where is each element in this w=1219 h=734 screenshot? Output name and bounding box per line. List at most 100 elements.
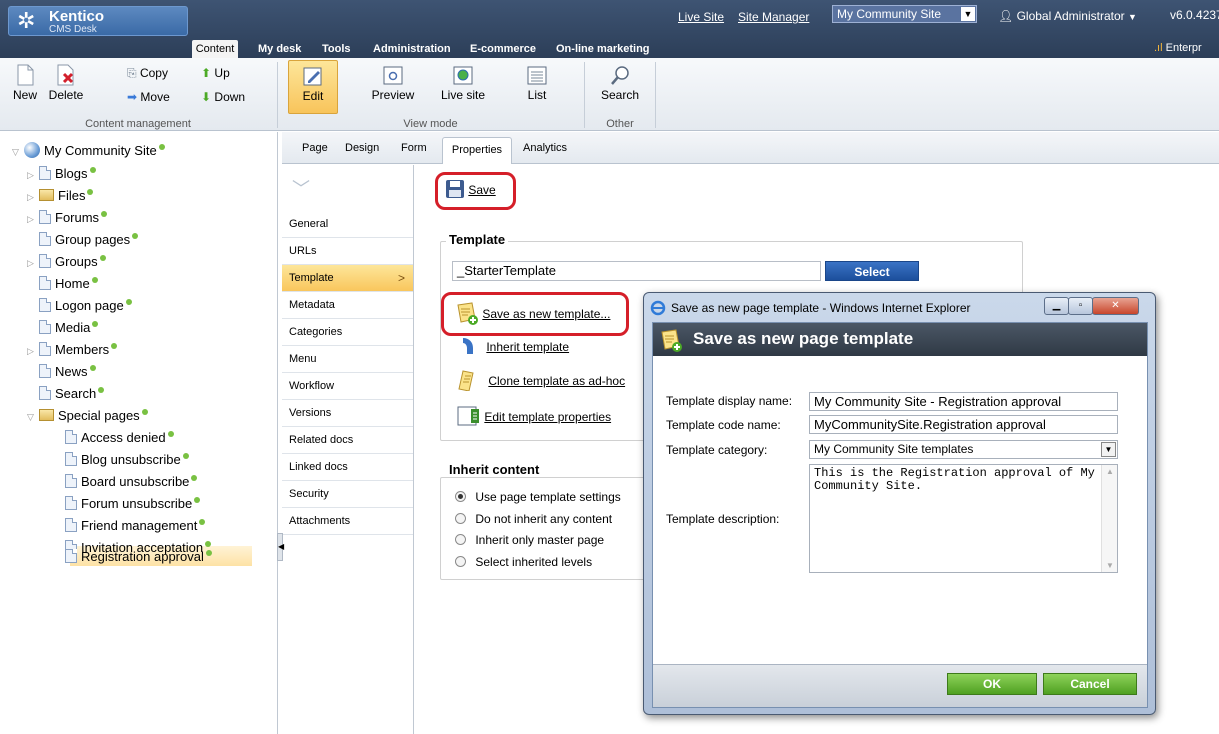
menu-item-urls[interactable]: URLs: [282, 238, 413, 265]
tree-item-logon-page[interactable]: Logon page: [27, 296, 132, 316]
menu-item-metadata[interactable]: Metadata: [282, 292, 413, 319]
tab-page[interactable]: Page: [302, 142, 328, 154]
radio-use-template-settings[interactable]: Use page template settings: [455, 490, 621, 504]
edit-template-properties-link[interactable]: Edit template properties: [457, 405, 611, 427]
tree-item-registration-approval[interactable]: Registration approval: [53, 547, 212, 567]
radio-icon: [455, 513, 466, 524]
menu-item-menu[interactable]: Menu: [282, 346, 413, 373]
page-icon: [39, 364, 51, 378]
save-as-new-template-link[interactable]: Save as new template...: [455, 301, 610, 325]
search-icon: [611, 66, 629, 85]
tab-online-marketing[interactable]: On-line marketing: [556, 40, 650, 58]
save-button[interactable]: Save: [445, 179, 496, 199]
template-name-field[interactable]: _StarterTemplate: [452, 261, 821, 281]
tree-item-access-denied[interactable]: Access denied: [53, 428, 174, 448]
category-select[interactable]: My Community Site templates ▼: [809, 440, 1118, 459]
collapse-menu[interactable]: ﹀: [282, 165, 413, 211]
tree-item-media[interactable]: Media: [27, 318, 99, 338]
template-add-icon: [457, 302, 478, 325]
description-textarea[interactable]: This is the Registration approval of My …: [809, 464, 1118, 573]
cancel-button[interactable]: Cancel: [1043, 673, 1137, 695]
tree-item-groups[interactable]: ▷ Groups: [27, 252, 106, 272]
clone-template-link[interactable]: Clone template as ad-hoc: [457, 369, 625, 392]
menu-item-categories[interactable]: Categories: [282, 319, 413, 346]
maximize-button[interactable]: ▫: [1068, 297, 1093, 315]
inherit-content-title: Inherit content: [446, 462, 543, 477]
expand-arrow-icon: ▷: [27, 346, 34, 356]
tab-content[interactable]: Content: [192, 40, 238, 58]
page-icon: [39, 386, 51, 400]
close-button[interactable]: ✕: [1092, 297, 1139, 315]
list-button[interactable]: List: [517, 64, 557, 102]
tree-item-friend-management[interactable]: Friend management: [53, 516, 206, 536]
tab-e-commerce[interactable]: E-commerce: [470, 40, 536, 58]
tab-form[interactable]: Form: [401, 142, 427, 154]
select-template-button[interactable]: Select: [825, 261, 919, 281]
dialog-title: Save as new page template: [693, 329, 914, 348]
menu-item-linked-docs[interactable]: Linked docs: [282, 454, 413, 481]
delete-button[interactable]: Delete: [46, 64, 86, 102]
tree-item-files[interactable]: ▷ Files: [27, 186, 94, 206]
tab-analytics[interactable]: Analytics: [523, 142, 567, 154]
copy-icon: ⎘: [127, 66, 137, 80]
up-button[interactable]: ⬆ Up: [201, 66, 230, 80]
tree-item-blog-unsubscribe[interactable]: Blog unsubscribe: [53, 450, 189, 470]
ok-button[interactable]: OK: [947, 673, 1037, 695]
tab-my-desk[interactable]: My desk: [258, 40, 301, 58]
site-manager-link[interactable]: Site Manager: [738, 10, 809, 24]
tree-root[interactable]: ▽ My Community Site: [12, 141, 165, 161]
menu-item-security[interactable]: Security: [282, 481, 413, 508]
page-icon: [39, 232, 51, 246]
display-name-field[interactable]: My Community Site - Registration approva…: [809, 392, 1118, 411]
menu-item-workflow[interactable]: Workflow: [282, 373, 413, 400]
arrow-down-icon: ⬇: [201, 90, 212, 104]
tree-item-special-pages[interactable]: ▽ Special pages: [27, 406, 148, 426]
tree-item-home[interactable]: Home: [27, 274, 98, 294]
search-button[interactable]: Search: [596, 64, 644, 102]
inherit-template-link[interactable]: Inherit template: [459, 336, 569, 356]
logo-name: Kentico: [49, 8, 105, 25]
tab-properties[interactable]: Properties: [442, 137, 512, 164]
tree-collapse-handle[interactable]: ◀: [277, 533, 284, 561]
menu-item-versions[interactable]: Versions: [282, 400, 413, 427]
user-icon: 👤︎: [998, 9, 1014, 23]
tree-item-search[interactable]: Search: [27, 384, 105, 404]
tree-item-board-unsubscribe[interactable]: Board unsubscribe: [53, 472, 198, 492]
minimize-button[interactable]: ▁: [1044, 297, 1069, 315]
tab-tools[interactable]: Tools: [322, 40, 351, 58]
tree-item-members[interactable]: ▷ Members: [27, 340, 118, 360]
user-menu[interactable]: 👤︎ Global Administrator ▼: [998, 9, 1137, 23]
copy-button[interactable]: ⎘ Copy: [127, 66, 168, 81]
tab-administration[interactable]: Administration: [373, 40, 451, 58]
move-button[interactable]: ➡ Move: [127, 90, 170, 104]
menu-item-attachments[interactable]: Attachments: [282, 508, 413, 535]
menu-item-template[interactable]: Template >: [282, 265, 413, 292]
new-button[interactable]: New: [10, 64, 40, 102]
site-selector[interactable]: My Community Site ▼: [832, 5, 977, 23]
kentico-logo[interactable]: ✲ Kentico CMS Desk: [8, 6, 188, 36]
live-site-link[interactable]: Live Site: [678, 10, 724, 24]
preview-button[interactable]: Preview: [369, 64, 417, 102]
scrollbar[interactable]: ▲ ▼: [1101, 465, 1117, 572]
tree-item-news[interactable]: News: [27, 362, 96, 382]
radio-select-inherited-levels[interactable]: Select inherited levels: [455, 555, 592, 569]
radio-do-not-inherit[interactable]: Do not inherit any content: [455, 512, 612, 526]
tree-item-forums[interactable]: ▷ Forums: [27, 208, 108, 228]
template-properties-icon: [457, 406, 479, 426]
dialog-window-title: Save as new page template - Windows Inte…: [671, 301, 971, 315]
live-site-button[interactable]: Live site: [437, 64, 489, 102]
expand-arrow-icon: ▷: [27, 214, 34, 224]
tree-item-forum-unsubscribe[interactable]: Forum unsubscribe: [53, 494, 201, 514]
down-button[interactable]: ⬇ Down: [201, 90, 245, 104]
tree-item-group-pages[interactable]: Group pages: [27, 230, 139, 250]
edit-button[interactable]: Edit: [288, 60, 338, 114]
menu-item-related-docs[interactable]: Related docs: [282, 427, 413, 454]
delete-icon: [57, 64, 74, 86]
menu-item-general[interactable]: General: [282, 211, 413, 238]
radio-inherit-master-page[interactable]: Inherit only master page: [455, 533, 604, 547]
page-icon: [65, 474, 77, 488]
code-name-field[interactable]: MyCommunitySite.Registration approval: [809, 415, 1118, 434]
page-icon: [65, 430, 77, 444]
tree-item-blogs[interactable]: ▷ Blogs: [27, 164, 96, 184]
tab-design[interactable]: Design: [345, 142, 379, 154]
